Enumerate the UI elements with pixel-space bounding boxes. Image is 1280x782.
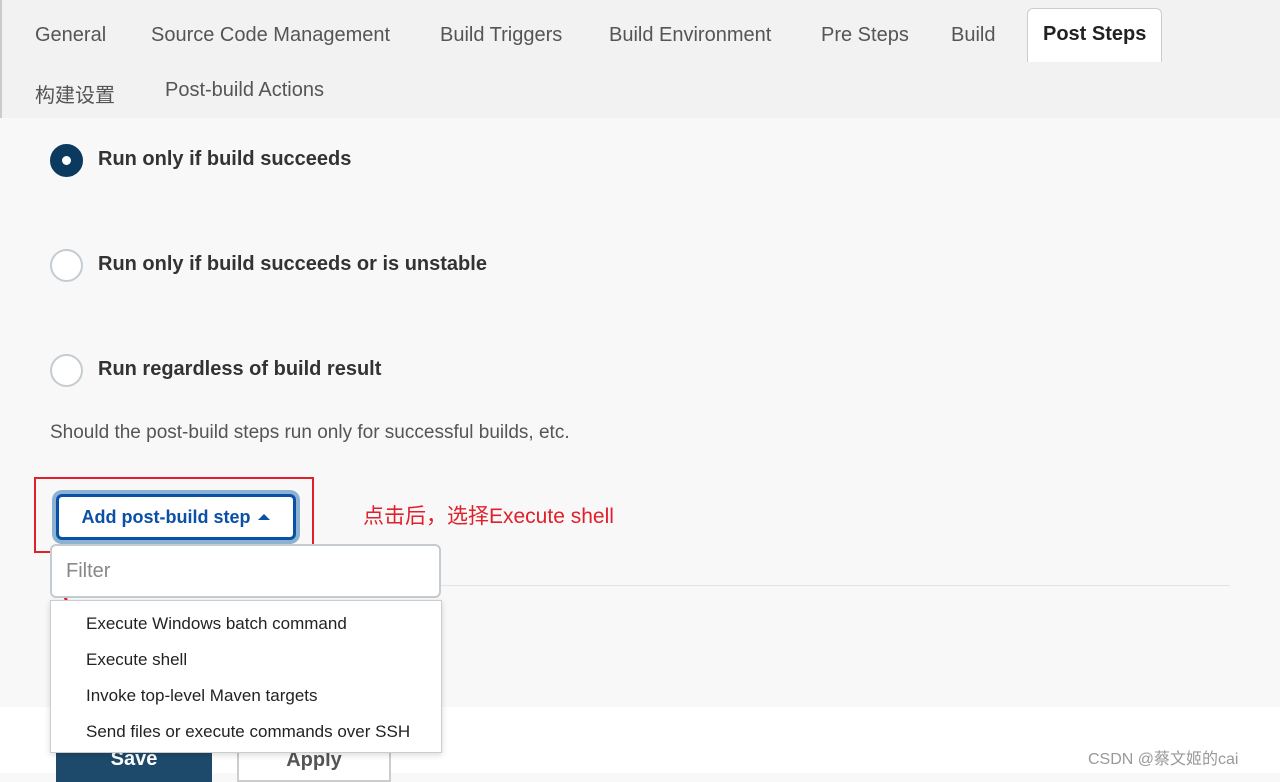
- tab-build-settings[interactable]: 构建设置: [35, 79, 115, 108]
- tab-source-code-management[interactable]: Source Code Management: [151, 24, 390, 47]
- tab-build[interactable]: Build: [951, 24, 995, 47]
- radio-label: Run regardless of build result: [98, 358, 382, 380]
- post-build-step-menu: Execute Windows batch command Execute sh…: [50, 600, 442, 753]
- menu-item-execute-windows-batch[interactable]: Execute Windows batch command: [86, 614, 347, 634]
- radio-run-if-succeeds-or-unstable[interactable]: [50, 249, 83, 282]
- radio-run-regardless[interactable]: [50, 354, 83, 387]
- radio-label: Run only if build succeeds or is unstabl…: [98, 253, 487, 275]
- menu-item-execute-shell[interactable]: Execute shell: [86, 650, 187, 670]
- tab-bar: General Source Code Management Build Tri…: [0, 0, 1280, 118]
- tab-build-environment[interactable]: Build Environment: [609, 24, 771, 47]
- annotation-text: 点击后，选择Execute shell: [363, 505, 614, 528]
- tab-build-triggers[interactable]: Build Triggers: [440, 24, 562, 47]
- tab-post-steps[interactable]: Post Steps: [1027, 8, 1163, 62]
- watermark: CSDN @蔡文姬的cai: [1088, 751, 1239, 768]
- radio-run-if-succeeds[interactable]: [50, 144, 83, 177]
- menu-item-send-over-ssh[interactable]: Send files or execute commands over SSH: [86, 722, 410, 742]
- filter-input[interactable]: [50, 544, 441, 598]
- radio-label: Run only if build succeeds: [98, 148, 352, 170]
- annotation-highlight-box: [34, 477, 314, 553]
- menu-item-invoke-maven[interactable]: Invoke top-level Maven targets: [86, 686, 318, 706]
- tab-general[interactable]: General: [35, 24, 106, 47]
- tab-post-build-actions[interactable]: Post-build Actions: [165, 79, 324, 102]
- tab-pre-steps[interactable]: Pre Steps: [821, 24, 909, 47]
- divider: [441, 585, 1230, 586]
- help-text: Should the post-build steps run only for…: [50, 422, 570, 443]
